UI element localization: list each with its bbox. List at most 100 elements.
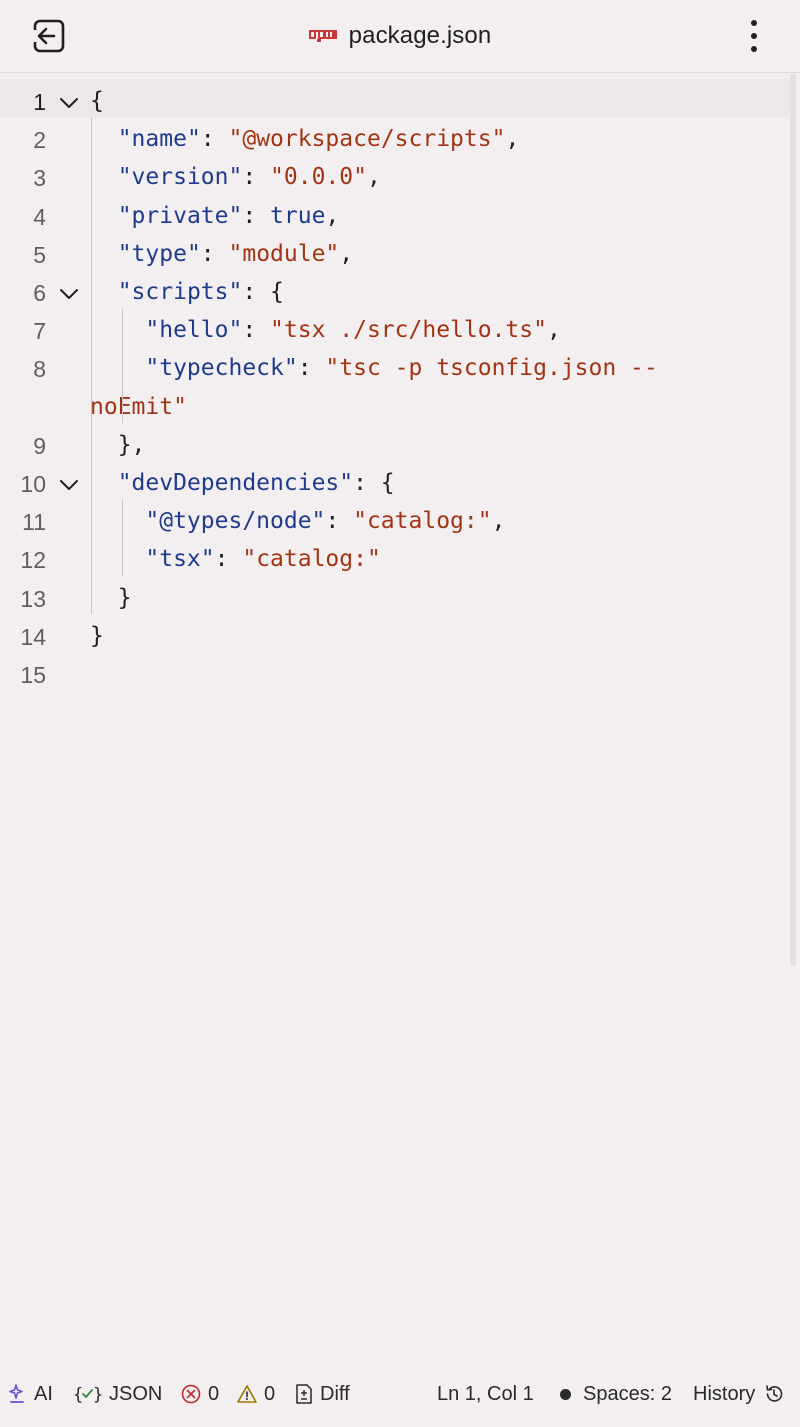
code-token-punct	[90, 203, 118, 229]
svg-text:}: }	[93, 1385, 103, 1405]
more-vert-icon	[751, 20, 757, 26]
file-title-area: package.json	[0, 0, 800, 72]
code-token-punct: :	[325, 508, 354, 535]
svg-text:{: {	[73, 1385, 83, 1405]
code-line[interactable]: 15	[0, 652, 790, 690]
diff-button[interactable]: Diff	[294, 1379, 350, 1409]
code-token-punct: ,	[546, 317, 561, 344]
code-token-punct	[90, 470, 118, 496]
code-line[interactable]: 6 "scripts": {	[0, 270, 790, 308]
code-text: "version": "0.0.0",	[90, 164, 381, 190]
code-token-punct: :	[214, 546, 243, 573]
code-token-punct: :	[200, 240, 229, 267]
line-number: 2	[33, 127, 46, 154]
warnings-indicator[interactable]: 0	[236, 1379, 275, 1409]
code-editor[interactable]: 1{2 "name": "@workspace/scripts", 3 "vers…	[0, 73, 790, 1363]
code-line[interactable]: 9 },	[0, 423, 790, 461]
code-token-key: "hello"	[145, 317, 243, 344]
code-line[interactable]: 12 "tsx": "catalog:"	[0, 537, 790, 575]
code-line[interactable]: 10 "devDependencies": {	[0, 461, 790, 499]
line-number: 6	[33, 280, 46, 306]
indent-label: Spaces: 2	[583, 1382, 672, 1405]
code-text: "hello": "tsx ./src/hello.ts",	[90, 317, 561, 344]
code-token-punct	[90, 126, 118, 152]
line-number: 9	[33, 432, 46, 459]
fold-chevron-icon[interactable]	[58, 286, 80, 302]
exit-icon	[32, 19, 65, 53]
code-token-punct	[90, 546, 145, 572]
indent-dot-icon	[560, 1388, 571, 1400]
code-text: "scripts": {	[90, 279, 284, 305]
file-title: package.json	[348, 22, 492, 49]
code-token-punct: :	[242, 164, 271, 191]
close-editor-button[interactable]	[26, 14, 72, 58]
code-token-punct: }	[117, 584, 132, 611]
line-number: 8	[33, 356, 46, 383]
language-mode-button[interactable]: { } JSON	[73, 1379, 162, 1409]
code-line[interactable]: noEmit"	[0, 385, 790, 423]
code-token-key: "tsx"	[145, 546, 215, 573]
history-label: History	[693, 1382, 756, 1405]
code-line[interactable]: 7 "hello": "tsx ./src/hello.ts",	[0, 308, 790, 346]
code-token-string: "module"	[228, 240, 340, 267]
code-token-string: "tsx ./src/hello.ts"	[270, 317, 547, 344]
code-token-punct: :	[297, 355, 326, 382]
code-token-key: "private"	[117, 202, 243, 229]
editor-app: package.json 1{2 "name": "@workspace/scr…	[0, 0, 800, 1427]
line-number: 5	[33, 241, 46, 268]
code-token-punct	[90, 317, 145, 343]
code-token-punct: {	[90, 88, 104, 114]
code-line[interactable]: 4 "private": true,	[0, 194, 790, 232]
code-token-punct: ,	[325, 202, 340, 229]
code-line[interactable]: 3 "version": "0.0.0",	[0, 155, 790, 193]
ai-sparkle-icon	[8, 1383, 28, 1405]
code-token-punct: :	[200, 126, 229, 153]
code-token-string: "@workspace/scripts"	[228, 126, 506, 153]
code-line[interactable]: 2 "name": "@workspace/scripts",	[0, 117, 790, 155]
code-token-string: "catalog:"	[242, 546, 381, 573]
code-token-key: true	[270, 202, 326, 229]
code-token-string: noEmit"	[90, 393, 187, 420]
error-circle-icon	[180, 1383, 202, 1405]
errors-indicator[interactable]: 0	[180, 1379, 219, 1409]
line-number: 11	[22, 509, 46, 536]
line-number: 10	[20, 471, 46, 497]
more-vert-icon-dot	[751, 46, 757, 52]
code-token-punct: :	[242, 202, 271, 229]
code-token-punct: },	[117, 431, 146, 458]
history-icon	[763, 1383, 785, 1405]
ai-button[interactable]: AI	[8, 1379, 53, 1409]
cursor-position[interactable]: Ln 1, Col 1	[437, 1379, 534, 1409]
line-number: 13	[20, 585, 46, 612]
indent-guide	[91, 117, 92, 614]
indent-guide	[121, 499, 123, 576]
code-token-punct	[90, 508, 145, 534]
fold-chevron-icon[interactable]	[58, 477, 80, 493]
cursor-position-label: Ln 1, Col 1	[437, 1382, 534, 1405]
code-line[interactable]: 11 "@types/node": "catalog:",	[0, 499, 790, 537]
indentation-button[interactable]: Spaces: 2	[560, 1379, 672, 1409]
history-button[interactable]: History	[693, 1379, 785, 1409]
code-line[interactable]: 8 "typecheck": "tsc -p tsconfig.json --	[0, 346, 790, 384]
code-text: noEmit"	[90, 394, 187, 420]
code-line[interactable]: 14}	[0, 614, 790, 652]
line-number: 14	[20, 623, 46, 650]
line-number: 15	[20, 662, 46, 688]
code-token-punct: ,	[491, 508, 506, 535]
line-number: 12	[20, 547, 46, 574]
code-line-current[interactable]: 1{	[0, 79, 790, 117]
code-line[interactable]: 5 "type": "module",	[0, 232, 790, 270]
line-number: 1	[33, 89, 46, 115]
ai-label: AI	[34, 1382, 53, 1405]
code-token-punct: : {	[353, 470, 395, 496]
code-text: "@types/node": "catalog:",	[90, 508, 505, 534]
code-line[interactable]: 13 }	[0, 576, 790, 614]
more-vert-icon-dot	[751, 33, 757, 39]
code-text: },	[90, 431, 146, 458]
indent-guide	[121, 308, 123, 423]
more-options-button[interactable]	[744, 16, 764, 56]
code-token-key: "version"	[117, 164, 243, 191]
fold-chevron-icon[interactable]	[58, 95, 80, 111]
editor-scrollbar[interactable]	[790, 74, 796, 966]
line-number: 3	[33, 165, 46, 192]
